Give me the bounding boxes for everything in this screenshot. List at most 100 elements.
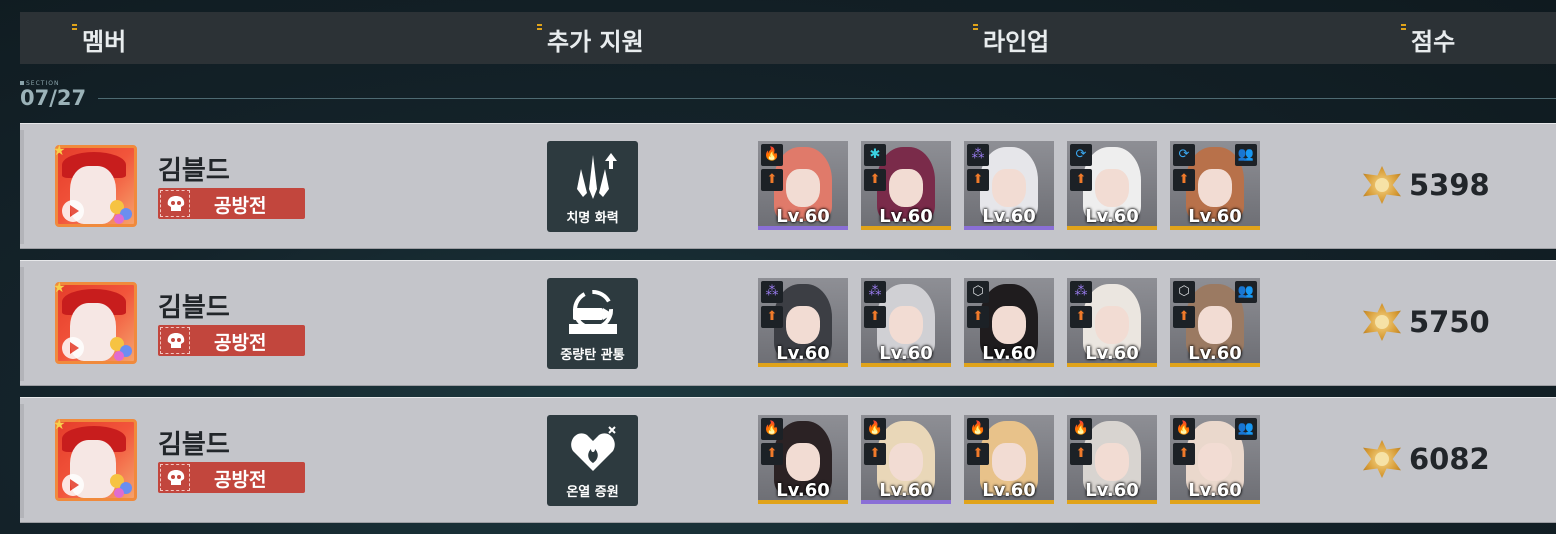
unit-level: Lv.60 — [982, 343, 1036, 364]
balloon-icon — [114, 488, 124, 498]
play-icon — [62, 337, 84, 359]
skull-icon — [160, 464, 190, 491]
unit-face — [1198, 306, 1232, 344]
support-buff[interactable]: 중량탄 관통 — [547, 278, 638, 369]
rarity-bar — [964, 363, 1054, 367]
unit-level: Lv.60 — [1085, 343, 1139, 364]
unit-face — [1198, 443, 1232, 481]
lineup-unit[interactable]: 🔥 ⬆ Lv.60 — [964, 415, 1054, 504]
nexus-element-icon: ⁂ — [1070, 281, 1092, 303]
rarity-bar — [758, 363, 848, 367]
fire-element-icon: 🔥 — [1173, 418, 1195, 440]
star-icon: ★ — [53, 417, 66, 433]
table-row[interactable]: ★ 김블드 공방전 중량탄 관통 ⁂ ⬆ Lv.60 ⁂ ⬆ Lv.60 ⬡ ⬆… — [20, 260, 1556, 386]
lineup-unit[interactable]: ⁂ ⬆ Lv.60 — [964, 141, 1054, 230]
fire-element-icon: 🔥 — [967, 418, 989, 440]
rarity-bar — [758, 226, 848, 230]
rarity-bar — [964, 226, 1054, 230]
table-row[interactable]: ★ 김블드 공방전 온열 증원 🔥 ⬆ Lv.60 🔥 ⬆ Lv.60 🔥 ⬆ … — [20, 397, 1556, 523]
unit-level: Lv.60 — [1085, 206, 1139, 227]
header-score: 점수 — [1401, 22, 1456, 57]
lineup-unit[interactable]: ⟳ ⬆ Lv.60 — [1067, 141, 1157, 230]
lineup-unit[interactable]: ⁂ ⬆ Lv.60 — [861, 278, 951, 367]
support-unit-icon: 👥 — [1235, 144, 1257, 166]
buff-arrow-icon: ⬆ — [761, 169, 783, 191]
unit-face — [1095, 306, 1129, 344]
unit-face — [786, 169, 820, 207]
nexus-element-icon: ⁂ — [967, 144, 989, 166]
unit-level: Lv.60 — [1188, 480, 1242, 501]
lineup-unit[interactable]: 🔥 ⬆ Lv.60 — [861, 415, 951, 504]
lineup-unit[interactable]: ✱ ⬆ Lv.60 — [861, 141, 951, 230]
play-icon — [62, 200, 84, 222]
unit-level: Lv.60 — [879, 206, 933, 227]
member-name: 김블드 — [158, 430, 230, 460]
lineup-unit[interactable]: ⬡ ⬆ 👥 Lv.60 — [1170, 278, 1260, 367]
support-buff-label: 온열 증원 — [566, 485, 619, 500]
nexus-element-icon: ⁂ — [761, 281, 783, 303]
nexus-element-icon: ⁂ — [864, 281, 886, 303]
rarity-bar — [1067, 363, 1157, 367]
lineup-unit[interactable]: ⁂ ⬆ Lv.60 — [758, 278, 848, 367]
lineup-unit[interactable]: 🔥 ⬆ Lv.60 — [1067, 415, 1157, 504]
hydro-element-icon: ⟳ — [1173, 144, 1195, 166]
support-buff[interactable]: 온열 증원 — [547, 415, 638, 506]
unit-level: Lv.60 — [1085, 480, 1139, 501]
unit-face — [889, 306, 923, 344]
buff-arrow-icon: ⬆ — [864, 306, 886, 328]
buff-arrow-icon: ⬆ — [761, 306, 783, 328]
support-buff-label: 치명 화력 — [566, 211, 619, 226]
member-avatar[interactable] — [55, 419, 137, 501]
skull-icon — [160, 190, 190, 217]
unit-face — [992, 306, 1026, 344]
section-divider — [98, 98, 1556, 99]
member-name: 김블드 — [158, 156, 230, 186]
rarity-bar — [1170, 500, 1260, 504]
score-value: 5750 — [1409, 305, 1490, 339]
section-marker — [20, 81, 24, 85]
balloon-icon — [114, 214, 124, 224]
unit-level: Lv.60 — [776, 206, 830, 227]
member-avatar[interactable] — [55, 145, 137, 227]
unit-level: Lv.60 — [776, 343, 830, 364]
star-icon: ★ — [53, 280, 66, 296]
lineup-unit[interactable]: 🔥 ⬆ Lv.60 — [758, 415, 848, 504]
lineup-unit[interactable]: ⁂ ⬆ Lv.60 — [1067, 278, 1157, 367]
lineup-unit[interactable]: ⟳ ⬆ 👥 Lv.60 — [1170, 141, 1260, 230]
unit-face — [1095, 443, 1129, 481]
buff-arrow-icon: ⬆ — [761, 443, 783, 465]
rarity-bar — [861, 500, 951, 504]
unit-face — [786, 443, 820, 481]
row-edge — [20, 267, 24, 381]
rarity-bar — [1170, 363, 1260, 367]
support-buff-label: 중량탄 관통 — [560, 348, 625, 363]
skull-icon — [160, 327, 190, 354]
mode-badge-label: 공방전 — [214, 332, 267, 354]
member-avatar[interactable] — [55, 282, 137, 364]
unit-level: Lv.60 — [879, 343, 933, 364]
header-member-label: 멤버 — [82, 28, 127, 56]
physical-element-icon: ⬡ — [1173, 281, 1195, 303]
row-edge — [20, 130, 24, 244]
unit-level: Lv.60 — [982, 480, 1036, 501]
unit-face — [1198, 169, 1232, 207]
table-row[interactable]: ★ 김블드 공방전 치명 화력 🔥 ⬆ Lv.60 ✱ ⬆ Lv.60 ⁂ ⬆ … — [20, 123, 1556, 249]
mode-badge: 공방전 — [158, 462, 305, 493]
score-value: 6082 — [1409, 442, 1490, 476]
unit-face — [1095, 169, 1129, 207]
lineup-unit[interactable]: ⬡ ⬆ Lv.60 — [964, 278, 1054, 367]
header-lineup: 라인업 — [973, 22, 1050, 57]
ice-element-icon: ✱ — [864, 144, 886, 166]
fire-element-icon: 🔥 — [761, 144, 783, 166]
rarity-bar — [861, 226, 951, 230]
header-score-label: 점수 — [1411, 28, 1456, 56]
buff-arrow-icon: ⬆ — [1173, 306, 1195, 328]
header-lineup-label: 라인업 — [983, 28, 1050, 56]
mode-badge: 공방전 — [158, 188, 305, 219]
star-icon: ★ — [53, 143, 66, 159]
unit-level: Lv.60 — [1188, 343, 1242, 364]
support-buff[interactable]: 치명 화력 — [547, 141, 638, 232]
unit-face — [992, 443, 1026, 481]
lineup-unit[interactable]: 🔥 ⬆ 👥 Lv.60 — [1170, 415, 1260, 504]
lineup-unit[interactable]: 🔥 ⬆ Lv.60 — [758, 141, 848, 230]
